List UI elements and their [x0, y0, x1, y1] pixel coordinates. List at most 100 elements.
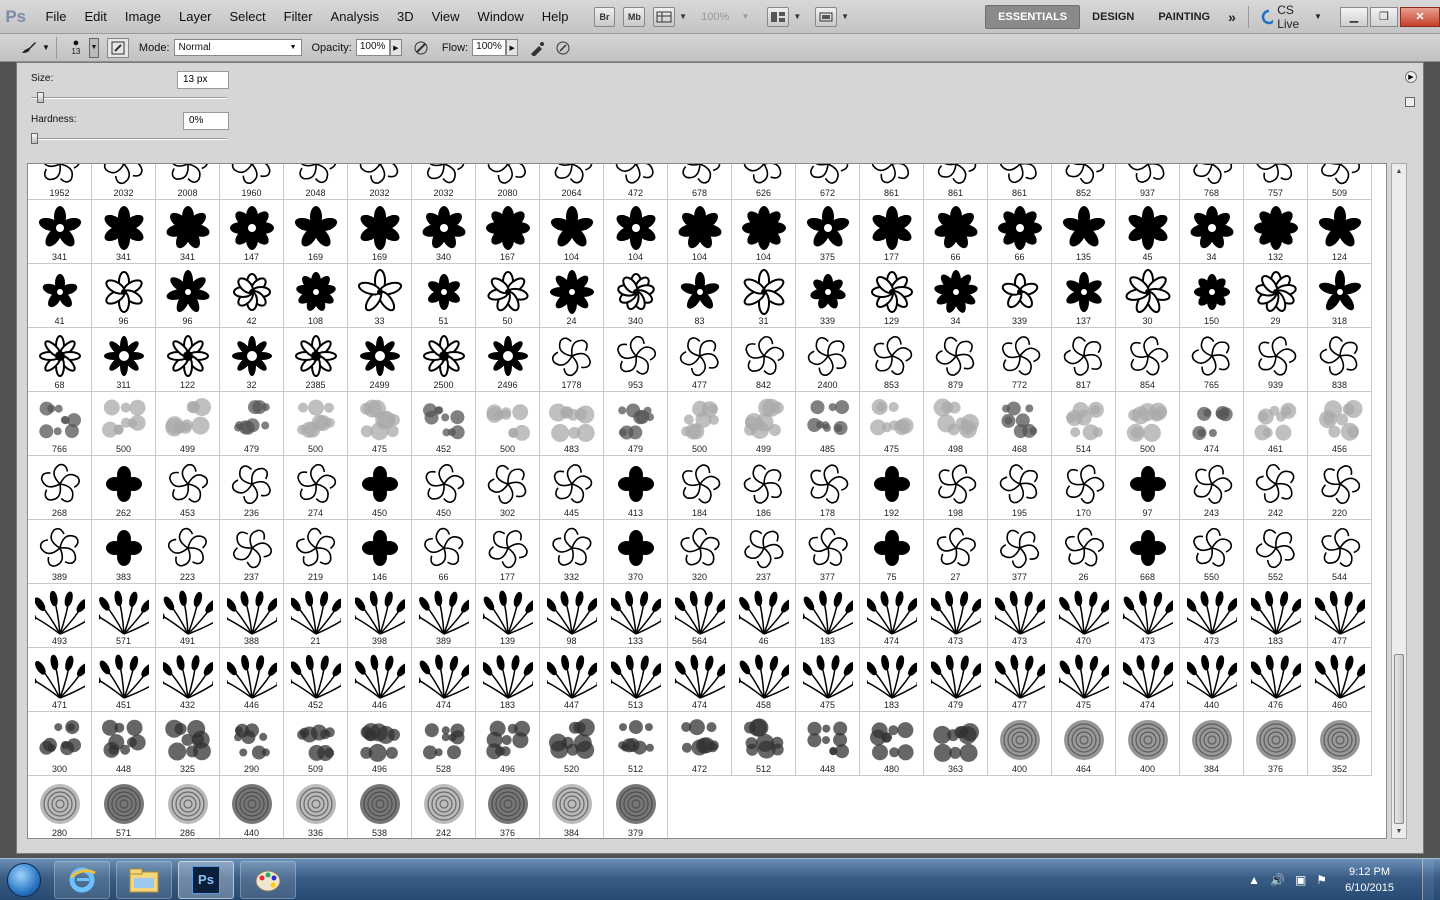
brush-preset-cell[interactable]: 183: [860, 648, 924, 712]
panel-menu-icon[interactable]: ▶: [1405, 71, 1417, 83]
size-slider-thumb[interactable]: [36, 92, 44, 103]
brush-preset-cell[interactable]: 440: [220, 776, 284, 838]
chevron-down-icon[interactable]: ▼: [793, 12, 801, 21]
brush-preset-cell[interactable]: 339: [796, 264, 860, 328]
opacity-slider-toggle[interactable]: ▶: [389, 39, 402, 56]
size-input[interactable]: 13 px: [177, 71, 229, 89]
brush-preset-cell[interactable]: 377: [988, 520, 1052, 584]
brush-preset-cell[interactable]: 2032: [92, 164, 156, 200]
brush-preset-cell[interactable]: 668: [1116, 520, 1180, 584]
menu-select[interactable]: Select: [221, 9, 275, 24]
brush-preset-cell[interactable]: 512: [604, 712, 668, 776]
brush-preset-cell[interactable]: 219: [284, 520, 348, 584]
brush-preset-cell[interactable]: 133: [604, 584, 668, 648]
brush-preset-cell[interactable]: 500: [284, 392, 348, 456]
brush-preset-cell[interactable]: 104: [668, 200, 732, 264]
brush-preset-cell[interactable]: 477: [988, 648, 1052, 712]
brush-preset-cell[interactable]: 98: [540, 584, 604, 648]
brush-preset-cell[interactable]: 2496: [476, 328, 540, 392]
brush-preset-cell[interactable]: 104: [732, 200, 796, 264]
workspace-design[interactable]: DESIGN: [1080, 5, 1146, 29]
tablet-opacity-icon[interactable]: [410, 38, 432, 58]
volume-icon[interactable]: 🔊: [1270, 873, 1285, 887]
brush-preset-cell[interactable]: 509: [1308, 164, 1372, 200]
brush-preset-cell[interactable]: 51: [412, 264, 476, 328]
brush-preset-cell[interactable]: 451: [92, 648, 156, 712]
menu-view[interactable]: View: [423, 9, 469, 24]
brush-preset-cell[interactable]: 500: [668, 392, 732, 456]
brush-preset-cell[interactable]: 852: [1052, 164, 1116, 200]
brush-preset-cell[interactable]: 169: [284, 200, 348, 264]
brush-preset-cell[interactable]: 514: [1052, 392, 1116, 456]
brush-preset-cell[interactable]: 571: [92, 584, 156, 648]
brush-preset-cell[interactable]: 389: [28, 520, 92, 584]
zoom-level[interactable]: 100%: [701, 11, 737, 23]
brush-preset-cell[interactable]: 66: [988, 200, 1052, 264]
brush-preset-cell[interactable]: 336: [284, 776, 348, 838]
minimize-button[interactable]: ▁: [1339, 6, 1368, 27]
brush-preset-cell[interactable]: 474: [1180, 392, 1244, 456]
brush-preset-cell[interactable]: 491: [156, 584, 220, 648]
brush-preset-cell[interactable]: 363: [924, 712, 988, 776]
brush-preset-cell[interactable]: 124: [1308, 200, 1372, 264]
brush-preset-cell[interactable]: 332: [540, 520, 604, 584]
brush-preset-cell[interactable]: 2499: [348, 328, 412, 392]
brush-preset-cell[interactable]: 528: [412, 712, 476, 776]
brush-preset-cell[interactable]: 83: [668, 264, 732, 328]
brush-preset-cell[interactable]: 768: [1180, 164, 1244, 200]
brush-preset-cell[interactable]: 352: [1308, 712, 1372, 776]
brush-preset-cell[interactable]: 177: [476, 520, 540, 584]
brush-preset-cell[interactable]: 513: [604, 648, 668, 712]
brush-preset-cell[interactable]: 2064: [540, 164, 604, 200]
brush-preset-cell[interactable]: 854: [1116, 328, 1180, 392]
brush-preset-cell[interactable]: 861: [988, 164, 1052, 200]
brush-preset-cell[interactable]: 479: [604, 392, 668, 456]
menu-edit[interactable]: Edit: [75, 9, 115, 24]
brush-preset-cell[interactable]: 132: [1244, 200, 1308, 264]
brush-preset-cell[interactable]: 445: [540, 456, 604, 520]
brush-preset-cell[interactable]: 341: [156, 200, 220, 264]
scroll-up-icon[interactable]: ▲: [1392, 164, 1406, 178]
brush-preset-cell[interactable]: 29: [1244, 264, 1308, 328]
brush-preset-picker[interactable]: ● 13: [65, 38, 87, 58]
brush-preset-cell[interactable]: 137: [1052, 264, 1116, 328]
brush-preset-cell[interactable]: 388: [220, 584, 284, 648]
brush-preset-cell[interactable]: 183: [796, 584, 860, 648]
brush-preset-cell[interactable]: 1960: [220, 164, 284, 200]
brush-preset-cell[interactable]: 2385: [284, 328, 348, 392]
brush-preset-cell[interactable]: 538: [348, 776, 412, 838]
brush-preset-cell[interactable]: 432: [156, 648, 220, 712]
brush-preset-cell[interactable]: 477: [1308, 584, 1372, 648]
brush-preset-cell[interactable]: 268: [28, 456, 92, 520]
brush-preset-cell[interactable]: 550: [1180, 520, 1244, 584]
brush-preset-cell[interactable]: 139: [476, 584, 540, 648]
brush-preset-cell[interactable]: 341: [92, 200, 156, 264]
brush-preset-cell[interactable]: 483: [540, 392, 604, 456]
brush-preset-cell[interactable]: 509: [284, 712, 348, 776]
brush-preset-cell[interactable]: 678: [668, 164, 732, 200]
brush-preset-cell[interactable]: 150: [1180, 264, 1244, 328]
chevron-down-icon[interactable]: ▼: [42, 43, 50, 52]
brush-preset-cell[interactable]: 183: [476, 648, 540, 712]
brush-preset-cell[interactable]: 471: [28, 648, 92, 712]
brush-preset-cell[interactable]: 41: [28, 264, 92, 328]
brush-preset-cell[interactable]: 242: [412, 776, 476, 838]
brush-preset-cell[interactable]: 500: [476, 392, 540, 456]
grid-scrollbar[interactable]: ▲ ▼: [1391, 163, 1407, 839]
brush-tool-preset-icon[interactable]: [18, 38, 40, 58]
mode-select[interactable]: Normal ▼: [173, 39, 302, 56]
brush-preset-cell[interactable]: 42: [220, 264, 284, 328]
brush-preset-cell[interactable]: 262: [92, 456, 156, 520]
brush-preset-cell[interactable]: 377: [796, 520, 860, 584]
brush-preset-cell[interactable]: 384: [1180, 712, 1244, 776]
brush-preset-cell[interactable]: 167: [476, 200, 540, 264]
brush-preset-cell[interactable]: 472: [668, 712, 732, 776]
brush-preset-cell[interactable]: 452: [284, 648, 348, 712]
scroll-down-icon[interactable]: ▼: [1392, 824, 1406, 838]
size-slider-track[interactable]: [31, 97, 227, 99]
flow-input[interactable]: 100%: [472, 39, 507, 56]
brush-preset-cell[interactable]: 300: [28, 712, 92, 776]
brush-preset-cell[interactable]: 475: [348, 392, 412, 456]
brush-preset-cell[interactable]: 192: [860, 456, 924, 520]
brush-preset-cell[interactable]: 766: [28, 392, 92, 456]
